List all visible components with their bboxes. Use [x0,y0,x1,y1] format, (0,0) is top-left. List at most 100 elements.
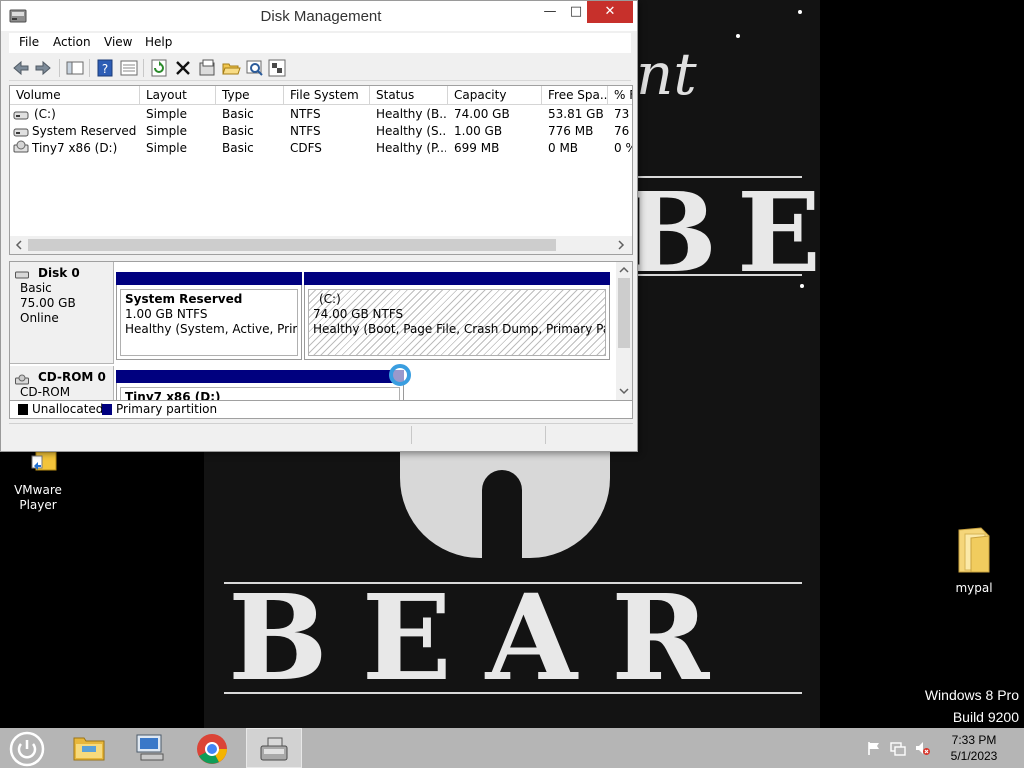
scroll-right-icon[interactable] [614,238,628,252]
volume-capacity: 699 MB [454,141,500,155]
volume-type: Basic [222,141,254,155]
watermark-edition: Windows 8 Pro [924,687,1019,703]
legend-primary-swatch [102,404,112,415]
file-explorer-icon [73,737,105,761]
open-folder-icon[interactable] [221,58,241,78]
partition-size: 1.00 GB NTFS [125,307,208,321]
partition-primary-bar [116,370,404,383]
volume-type: Basic [222,107,254,121]
settings-icon[interactable] [197,58,217,78]
column-header-file-system[interactable]: File System [284,86,370,105]
column-header-layout[interactable]: Layout [140,86,216,105]
volume-status: Healthy (S... [376,124,446,138]
vertical-scroll-thumb[interactable] [618,278,630,348]
volume-muted-icon[interactable] [914,740,930,756]
rescan-icon[interactable] [267,58,287,78]
properties-icon[interactable] [119,58,139,78]
disk-management-window: Disk Management — □ ✕ File Action View H… [0,0,638,452]
title-bar[interactable]: Disk Management — □ ✕ [1,1,637,31]
desktop-icon-mypal[interactable]: mypal [936,526,1012,595]
network-icon[interactable] [890,740,906,756]
taskbar-disk-management[interactable] [246,728,302,768]
menu-file[interactable]: File [19,35,39,49]
column-header-status[interactable]: Status [370,86,448,105]
svg-text:?: ? [102,62,108,76]
forward-icon[interactable] [33,58,53,78]
drive-icon [13,128,29,137]
cd-drive-icon [13,140,29,153]
partition-cdrom-d[interactable]: Tiny7 x86 (D:) [116,370,404,400]
scroll-up-icon[interactable] [617,263,631,277]
mypal-label: mypal [955,581,993,595]
cdrom0-label[interactable]: CD-ROM 0 CD-ROM [10,366,114,400]
remote-desktop-icon [136,734,164,761]
delete-icon[interactable] [173,58,193,78]
legend-bar: Unallocated Primary partition [9,401,633,419]
partition-size: 74.00 GB NTFS [313,307,404,321]
toolbar-separator [89,59,90,77]
disk0-name: Disk 0 [38,266,80,280]
poster-rule [224,692,802,694]
partition-name: System Reserved [125,292,243,306]
partition-details-selected: (C:) 74.00 GB NTFS Healthy (Boot, Page F… [308,289,606,356]
taskbar-remote-desktop[interactable] [122,728,178,768]
help-icon[interactable]: ? [95,58,115,78]
volume-layout: Simple [146,141,187,155]
horizontal-scroll-thumb[interactable] [28,239,556,251]
close-button[interactable]: ✕ [587,1,633,23]
disk-management-icon [260,737,288,761]
status-bar [9,423,633,445]
poster-speck [736,34,740,38]
action-center-flag-icon[interactable] [866,740,882,756]
poster-word-top: BEAR [624,168,820,297]
taskbar-power[interactable] [0,728,56,768]
toolbar-separator [143,59,144,77]
drive-icon [13,111,29,120]
desktop-icon-vmware[interactable]: VMware Player [0,451,76,513]
column-header-volume[interactable]: Volume [10,86,140,105]
volume-name[interactable]: System Reserved [32,124,138,138]
taskbar-file-explorer[interactable] [62,728,118,768]
volume-capacity: 1.00 GB [454,124,503,138]
disk0-label[interactable]: Disk 0 Basic 75.00 GB Online [10,262,114,364]
volume-name[interactable]: Tiny7 x86 (D:) [32,141,138,155]
volume-capacity: 74.00 GB [454,107,510,121]
taskbar: 7:33 PM 5/1/2023 [0,728,1024,768]
disk-map: Disk 0 Basic 75.00 GB Online System Rese… [9,261,633,401]
partition-status: Healthy (System, Active, Primary [125,322,297,336]
column-header-type[interactable]: Type [216,86,284,105]
cdrom0-name: CD-ROM 0 [38,370,106,384]
toolbar-separator [59,59,60,77]
column-header-percent-free[interactable]: % F [608,86,632,105]
search-icon[interactable] [245,58,265,78]
horizontal-scrollbar[interactable] [10,236,632,254]
menu-help[interactable]: Help [145,35,172,49]
refresh-icon[interactable] [149,58,169,78]
scroll-left-icon[interactable] [12,238,26,252]
poster-rule [632,274,802,276]
poster-word-bottom: BEAR [228,568,744,707]
column-header-capacity[interactable]: Capacity [448,86,542,105]
taskbar-clock[interactable]: 7:33 PM 5/1/2023 [934,732,1014,764]
clock-time: 7:33 PM [951,733,997,747]
menu-view[interactable]: View [104,35,132,49]
volume-free-space: 53.81 GB [548,107,604,121]
taskbar-chrome[interactable] [184,728,240,768]
vertical-scrollbar[interactable] [616,262,632,400]
volume-percent-free: 73 [614,107,630,121]
poster-script-text: nt [636,40,697,108]
disk-icon [15,271,29,279]
menu-action[interactable]: Action [53,35,91,49]
back-icon[interactable] [11,58,31,78]
partition-details: System Reserved 1.00 GB NTFS Healthy (Sy… [120,289,298,356]
menu-bar: File Action View Help [9,33,631,53]
partition-name: (C:) [319,292,341,306]
partition-c-drive[interactable]: (C:) 74.00 GB NTFS Healthy (Boot, Page F… [304,272,610,360]
volume-free-space: 776 MB [548,124,594,138]
partition-system-reserved[interactable]: System Reserved 1.00 GB NTFS Healthy (Sy… [116,272,302,360]
scroll-down-icon[interactable] [617,384,631,398]
console-tree-icon[interactable] [65,58,85,78]
poster-tooth-gap [482,470,522,560]
column-header-free-space[interactable]: Free Spa... [542,86,608,105]
volume-name[interactable]: (C:) [34,107,136,121]
